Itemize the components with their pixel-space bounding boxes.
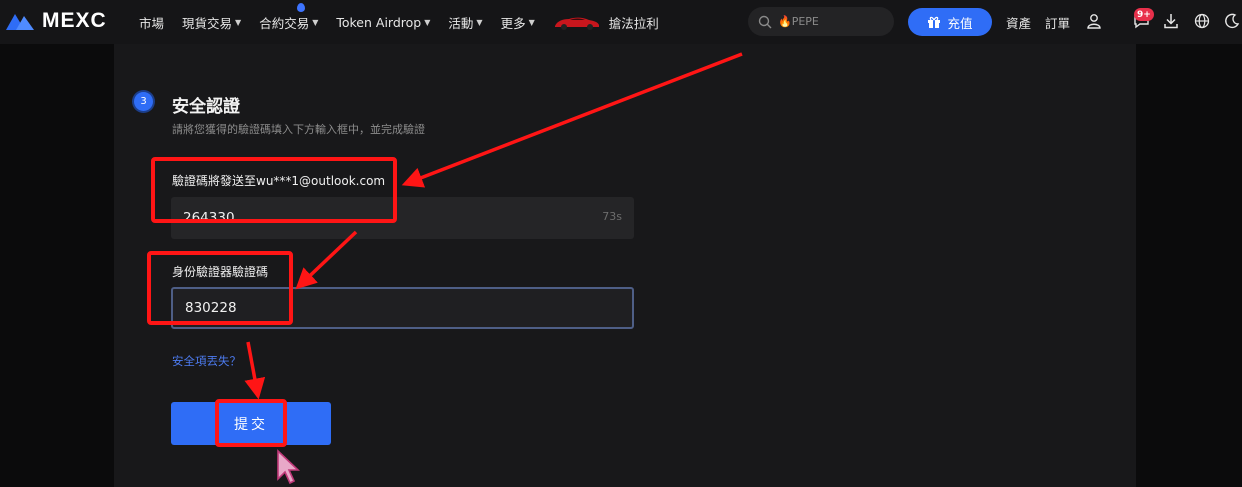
dark-mode-icon[interactable] xyxy=(1222,11,1242,31)
mexc-logo-icon xyxy=(6,14,34,30)
download-icon[interactable] xyxy=(1161,11,1181,31)
nav-item-label: Token Airdrop xyxy=(336,14,422,30)
nav-item-label: 市場 xyxy=(139,15,165,31)
user-icon[interactable] xyxy=(1084,11,1104,31)
nav-item-more[interactable]: 更多 ▼ xyxy=(501,13,535,32)
mouse-pointer-icon xyxy=(277,449,300,485)
gift-icon xyxy=(928,16,941,28)
globe-icon[interactable] xyxy=(1192,11,1212,31)
security-item-lost-link[interactable]: 安全項丟失？ xyxy=(172,353,241,369)
nav-item-events[interactable]: 活動 ▼ xyxy=(448,13,482,32)
resend-countdown: 73s xyxy=(602,210,622,223)
chevron-down-icon: ▼ xyxy=(235,17,242,27)
nav-item-label: 搶法拉利 xyxy=(608,15,659,31)
notification-badge: 9+ xyxy=(1134,8,1154,21)
sports-car-icon xyxy=(554,17,599,30)
chevron-down-icon: ▼ xyxy=(312,17,319,27)
chevron-down-icon: ▼ xyxy=(476,17,483,27)
nav-item-ferrari-promo[interactable]: 搶法拉利 xyxy=(553,13,659,32)
nav-item-markets[interactable]: 市場 xyxy=(139,13,164,32)
search-placeholder: 🔥PEPE xyxy=(778,15,819,28)
chevron-down-icon: ▼ xyxy=(424,17,431,27)
nav-item-futures[interactable]: 合約交易 ▼ xyxy=(259,2,319,32)
mexc-logo[interactable]: MEXC xyxy=(6,9,107,33)
highlight-email-label xyxy=(151,157,397,223)
chevron-down-icon: ▼ xyxy=(528,17,535,27)
assets-link[interactable]: 資產 xyxy=(1006,13,1031,32)
account-links: 資產 訂單 xyxy=(1006,0,1070,44)
step-description: 請將您獲得的驗證碼填入下方輸入框中，並完成驗證 xyxy=(172,123,425,136)
main-menu: 市場 現貨交易 ▼ 合約交易 ▼ Token Airdrop ▼ 活動 ▼ 更多… xyxy=(139,0,677,44)
nav-item-label: 活動 xyxy=(448,15,474,31)
nav-item-label: 合約交易 xyxy=(259,15,310,31)
step-number-badge: 3 xyxy=(134,92,153,111)
new-indicator-icon xyxy=(297,2,306,12)
top-nav: MEXC 市場 現貨交易 ▼ 合約交易 ▼ Token Airdrop ▼ 活動… xyxy=(0,0,1242,44)
highlight-submit-button xyxy=(215,399,287,447)
step-title: 安全認證 xyxy=(172,97,240,117)
nav-item-label: 更多 xyxy=(500,15,526,31)
search-box[interactable]: 🔥PEPE xyxy=(748,7,894,36)
search-icon xyxy=(758,15,772,28)
nav-item-token-airdrop[interactable]: Token Airdrop ▼ xyxy=(336,15,430,30)
orders-link[interactable]: 訂單 xyxy=(1045,13,1070,32)
nav-item-spot[interactable]: 現貨交易 ▼ xyxy=(182,13,241,32)
deposit-label: 充值 xyxy=(947,15,973,31)
deposit-button[interactable]: 充值 xyxy=(908,8,992,36)
nav-item-label: 現貨交易 xyxy=(182,15,233,31)
highlight-authenticator-field xyxy=(147,251,293,325)
brand-name: MEXC xyxy=(42,9,107,32)
